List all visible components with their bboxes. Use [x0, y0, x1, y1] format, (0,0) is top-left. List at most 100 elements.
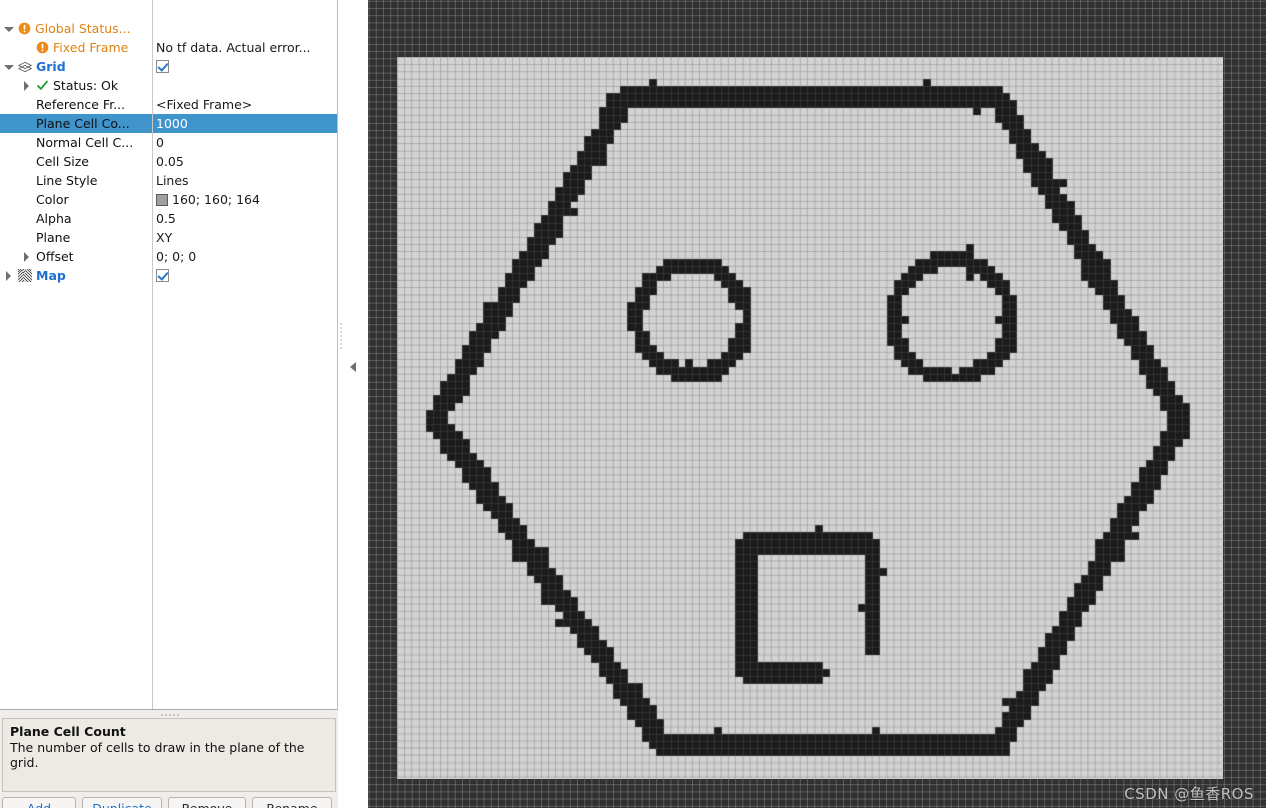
- expander-spacer: [22, 157, 32, 167]
- chevron-down-icon[interactable]: [4, 24, 14, 34]
- tree-row[interactable]: Fixed Frame No tf data. Actual error...: [0, 38, 338, 57]
- map-display: [397, 57, 1223, 779]
- tree-row-value-cell[interactable]: 0: [156, 133, 336, 152]
- tree-row-value-text: 0.5: [156, 209, 176, 228]
- tree-row-name: Reference Fr...: [36, 95, 125, 114]
- expander-spacer: [22, 195, 32, 205]
- tree-row-name: Grid: [36, 57, 66, 76]
- visibility-checkbox[interactable]: [156, 60, 169, 73]
- tree-row-value-cell[interactable]: <Fixed Frame>: [156, 95, 336, 114]
- displays-tree[interactable]: Frame Rate 30 Global Status...Fixed Frame N…: [0, 0, 338, 710]
- displays-button-row: Add Duplicate Remove Rename: [2, 797, 336, 808]
- tree-row-value-cell[interactable]: 0.5: [156, 209, 336, 228]
- tree-row[interactable]: Color 160; 160; 164: [0, 190, 338, 209]
- tree-row-value-cell[interactable]: XY: [156, 228, 336, 247]
- remove-button[interactable]: Remove: [168, 797, 246, 808]
- check-icon: [36, 79, 49, 92]
- tree-row-value-cell[interactable]: 160; 160; 164: [156, 190, 336, 209]
- tree-row[interactable]: Grid: [0, 57, 338, 76]
- tree-row-value-text: XY: [156, 228, 172, 247]
- tree-row-value-text: No tf data. Actual error...: [156, 38, 311, 57]
- rename-button[interactable]: Rename: [252, 797, 332, 808]
- tree-row-name: Line Style: [36, 171, 97, 190]
- tree-row[interactable]: Frame Rate 30: [0, 0, 338, 5]
- expander-spacer: [22, 43, 32, 53]
- visibility-checkbox[interactable]: [156, 269, 169, 282]
- tree-row-label-cell: Plane: [22, 228, 70, 247]
- tree-row-name: Frame Rate: [18, 0, 90, 5]
- warning-icon: [36, 41, 49, 54]
- expander-spacer: [22, 119, 32, 129]
- tree-row-value-text: 30: [156, 0, 172, 5]
- tree-row-name: Offset: [36, 247, 74, 266]
- splitter-grip-dots: [340, 322, 342, 350]
- tree-row-name: Normal Cell C...: [36, 133, 133, 152]
- tree-row-name: Plane Cell Co...: [36, 114, 130, 133]
- column-divider[interactable]: [152, 0, 153, 710]
- tree-row-label-cell: Grid: [4, 57, 66, 76]
- warning-icon: [18, 22, 31, 35]
- chevron-right-icon[interactable]: [22, 252, 32, 262]
- tree-row-label-cell: Global Status...: [4, 19, 131, 38]
- chevron-right-icon[interactable]: [22, 81, 32, 91]
- tree-row[interactable]: Plane XY: [0, 228, 338, 247]
- tree-row-name: Fixed Frame: [53, 38, 128, 57]
- tree-row-value-text: 0: [156, 133, 164, 152]
- tree-row-label-cell: Plane Cell Co...: [22, 114, 130, 133]
- tree-row-value-cell[interactable]: 0.05: [156, 152, 336, 171]
- tree-row-label-cell: Fixed Frame: [22, 38, 128, 57]
- chevron-down-icon[interactable]: [4, 62, 14, 72]
- tree-row[interactable]: Plane Cell Co... 1000: [0, 114, 338, 133]
- tree-row[interactable]: Reference Fr... <Fixed Frame>: [0, 95, 338, 114]
- tree-row[interactable]: Normal Cell C... 0: [0, 133, 338, 152]
- tree-row[interactable]: Alpha 0.5: [0, 209, 338, 228]
- add-button-label: Add: [27, 801, 51, 808]
- tree-row-value-cell[interactable]: [156, 57, 336, 76]
- tree-row-label-cell: Frame Rate: [4, 0, 90, 5]
- chevron-right-icon[interactable]: [4, 271, 14, 281]
- color-swatch[interactable]: [156, 194, 168, 206]
- tree-row-label-cell: Map: [4, 266, 66, 285]
- collapse-panel-arrow-icon[interactable]: [348, 355, 358, 379]
- tree-row-value-cell[interactable]: 30: [156, 0, 336, 5]
- tree-row[interactable]: Offset 0; 0; 0: [0, 247, 338, 266]
- expander-spacer: [22, 100, 32, 110]
- help-description: The number of cells to draw in the plane…: [10, 740, 328, 770]
- tree-row-label-cell: Reference Fr...: [22, 95, 125, 114]
- tree-row[interactable]: Line Style Lines: [0, 171, 338, 190]
- duplicate-button[interactable]: Duplicate: [82, 797, 162, 808]
- tree-row-name: Map: [36, 266, 66, 285]
- tree-row-name: Color: [36, 190, 69, 209]
- remove-button-label: Remove: [182, 801, 233, 808]
- tree-row-value-text: 1000: [156, 114, 188, 133]
- tree-row-value-cell[interactable]: 1000: [156, 114, 336, 133]
- tree-row-name: Status: Ok: [53, 76, 118, 95]
- tree-row-value-cell[interactable]: No tf data. Actual error...: [156, 38, 336, 57]
- tree-row-label-cell: Offset: [22, 247, 74, 266]
- expander-spacer: [22, 233, 32, 243]
- tree-row-value-cell[interactable]: 0; 0; 0: [156, 247, 336, 266]
- tree-row[interactable]: Map: [0, 266, 338, 285]
- tree-row-name: Alpha: [36, 209, 72, 228]
- tree-row-label-cell: Status: Ok: [22, 76, 118, 95]
- duplicate-button-label: Duplicate: [92, 801, 152, 808]
- render-view-3d[interactable]: CSDN @鱼香ROS: [368, 0, 1266, 808]
- tree-row[interactable]: Global Status...: [0, 19, 338, 38]
- tree-row-name: Plane: [36, 228, 70, 247]
- tree-row[interactable]: Cell Size 0.05: [0, 152, 338, 171]
- tree-row-value-text: 0; 0; 0: [156, 247, 196, 266]
- panel-splitter[interactable]: [338, 0, 368, 808]
- help-title: Plane Cell Count: [10, 724, 328, 739]
- add-button[interactable]: Add: [2, 797, 76, 808]
- tree-row-value-cell[interactable]: [156, 266, 336, 285]
- tree-row-value-text: <Fixed Frame>: [156, 95, 252, 114]
- tree-row[interactable]: Status: Ok: [0, 76, 338, 95]
- tree-row-label-cell: Cell Size: [22, 152, 89, 171]
- tree-row-name: Cell Size: [36, 152, 89, 171]
- tree-row-value-text: 0.05: [156, 152, 184, 171]
- expander-spacer: [22, 176, 32, 186]
- tree-row-value-cell[interactable]: Lines: [156, 171, 336, 190]
- grid-icon: [18, 61, 32, 73]
- tree-row-label-cell: Color: [22, 190, 69, 209]
- displays-panel: Frame Rate 30 Global Status...Fixed Frame N…: [0, 0, 338, 808]
